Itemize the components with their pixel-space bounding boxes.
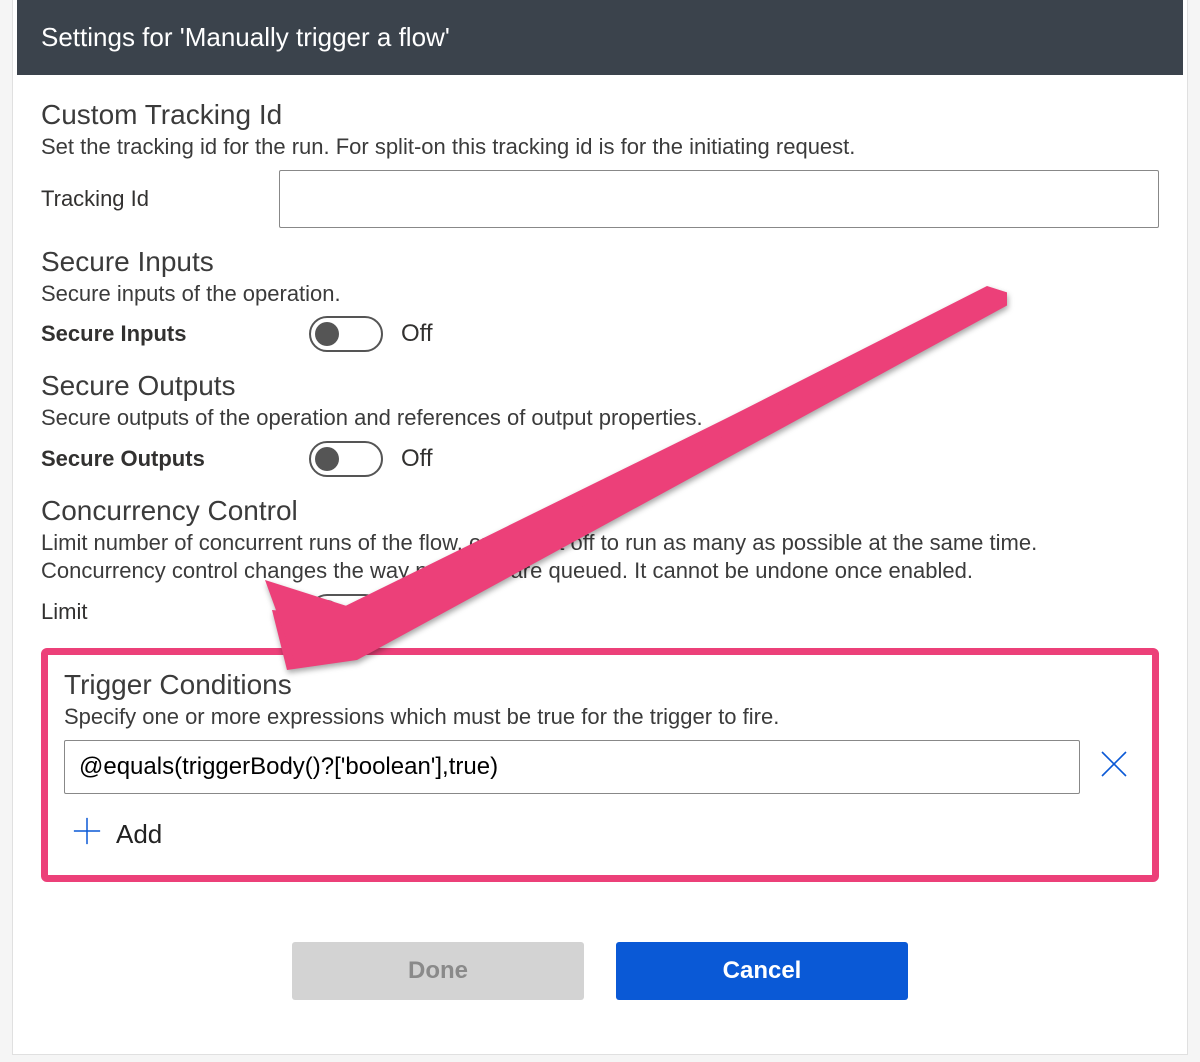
- done-button[interactable]: Done: [292, 942, 584, 1000]
- add-condition-label: Add: [116, 819, 162, 850]
- button-row: Done Cancel: [41, 882, 1159, 1040]
- close-icon: [1098, 748, 1130, 785]
- secure-outputs-desc: Secure outputs of the operation and refe…: [41, 404, 1159, 433]
- secure-inputs-desc: Secure inputs of the operation.: [41, 280, 1159, 309]
- settings-panel: Settings for 'Manually trigger a flow' C…: [13, 0, 1187, 1054]
- secure-outputs-state: Off: [401, 445, 433, 473]
- section-secure-outputs: Secure Outputs Secure outputs of the ope…: [41, 370, 1159, 477]
- secure-inputs-label: Secure Inputs: [41, 321, 291, 347]
- secure-outputs-row: Secure Outputs Off: [41, 441, 1159, 477]
- trigger-condition-input[interactable]: [64, 740, 1080, 794]
- secure-outputs-toggle[interactable]: [309, 441, 383, 477]
- section-trigger-conditions: Trigger Conditions Specify one or more e…: [41, 648, 1159, 882]
- add-condition-button[interactable]: Add: [64, 812, 170, 857]
- concurrency-toggle[interactable]: [309, 594, 383, 630]
- section-secure-inputs: Secure Inputs Secure inputs of the opera…: [41, 246, 1159, 353]
- cancel-button[interactable]: Cancel: [616, 942, 908, 1000]
- tracking-label: Tracking Id: [41, 186, 261, 212]
- concurrency-label: Limit: [41, 599, 291, 625]
- settings-titlebar: Settings for 'Manually trigger a flow': [17, 0, 1183, 75]
- section-concurrency: Concurrency Control Limit number of conc…: [41, 495, 1159, 630]
- trigger-desc: Specify one or more expressions which mu…: [64, 703, 1136, 732]
- section-tracking-title: Custom Tracking Id: [41, 99, 1159, 131]
- remove-condition-button[interactable]: [1092, 745, 1136, 789]
- section-tracking: Custom Tracking Id Set the tracking id f…: [41, 99, 1159, 228]
- concurrency-desc: Limit number of concurrent runs of the f…: [41, 529, 1159, 586]
- secure-inputs-title: Secure Inputs: [41, 246, 1159, 278]
- trigger-title: Trigger Conditions: [64, 669, 1136, 701]
- settings-title: Settings for 'Manually trigger a flow': [41, 22, 450, 52]
- section-tracking-desc: Set the tracking id for the run. For spl…: [41, 133, 1159, 162]
- secure-inputs-row: Secure Inputs Off: [41, 316, 1159, 352]
- concurrency-state: Off: [401, 598, 433, 626]
- settings-content: Custom Tracking Id Set the tracking id f…: [17, 75, 1183, 1050]
- plus-icon: [72, 816, 102, 853]
- secure-inputs-toggle[interactable]: [309, 316, 383, 352]
- secure-outputs-title: Secure Outputs: [41, 370, 1159, 402]
- tracking-id-input[interactable]: [279, 170, 1159, 228]
- concurrency-row: Limit Off: [41, 594, 1159, 630]
- secure-outputs-label: Secure Outputs: [41, 446, 291, 472]
- trigger-condition-row: [64, 740, 1136, 794]
- tracking-row: Tracking Id: [41, 170, 1159, 228]
- secure-inputs-state: Off: [401, 320, 433, 348]
- concurrency-title: Concurrency Control: [41, 495, 1159, 527]
